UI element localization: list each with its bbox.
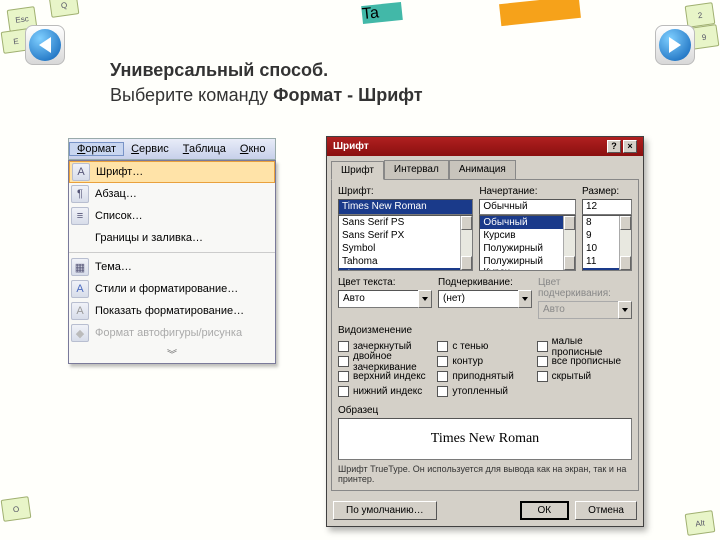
menu-expand-chevron[interactable]: ︾ [69,344,275,363]
chk-super[interactable]: верхний индекс [338,369,433,384]
menu-format[interactable]: Формат [69,142,124,156]
color-combo[interactable]: Авто [338,290,432,308]
dialog-tabs: Шрифт Интервал Анимация [327,156,643,179]
chk-sub[interactable]: нижний индекс [338,384,433,399]
effects-group: зачеркнутый двойное зачеркивание верхний… [338,339,632,399]
nav-prev-button[interactable] [25,25,65,65]
label-effects: Видоизменение [338,325,632,336]
reveal-icon: A [71,302,89,320]
chk-dstrike[interactable]: двойное зачеркивание [338,354,433,369]
label-sample: Образец [338,405,378,416]
ok-button[interactable]: ОК [520,501,570,520]
deco-key-q: Q [49,0,80,18]
label-color: Цвет текста: [338,277,432,288]
font-option[interactable]: Symbol [339,242,472,255]
heading-line2-pre: Выберите команду [110,85,273,105]
deco-key-o: O [1,496,32,522]
menu-item-styles[interactable]: A Стили и форматирование… [69,278,275,300]
menu-item-paragraph[interactable]: ¶ Абзац… [69,183,275,205]
menu-item-font[interactable]: A Шрифт… [69,161,275,183]
dialog-title: Шрифт [333,141,369,152]
word-format-menu: Формат Сервис Таблица Окно A Шрифт… ¶ Аб… [68,138,276,364]
chk-engrave[interactable]: утопленный [437,384,532,399]
menu-item-list[interactable]: ≡ Список… [69,205,275,227]
menu-item-borders[interactable]: Границы и заливка… [69,227,275,249]
menu-table[interactable]: Таблица [176,143,233,155]
paragraph-icon: ¶ [71,185,89,203]
tab-font[interactable]: Шрифт [331,161,384,180]
help-button[interactable]: ? [607,140,621,153]
scrollbar[interactable] [460,216,472,270]
chk-emboss[interactable]: приподнятый [437,369,532,384]
underline-combo[interactable]: (нет) [438,290,532,308]
label-underline: Подчеркивание: [438,277,532,288]
menu-separator [69,252,275,253]
theme-icon: ▦ [71,258,89,276]
size-input[interactable]: 12 [582,199,632,215]
tab-spacing[interactable]: Интервал [384,160,449,179]
style-input[interactable]: Обычный [479,199,576,215]
font-input[interactable]: Times New Roman [338,199,473,215]
format-dropdown: A Шрифт… ¶ Абзац… ≡ Список… Границы и за… [68,160,276,364]
heading-line2-bold: Формат - Шрифт [273,85,423,105]
label-style: Начертание: [479,186,576,197]
deco-teal: Ta [361,2,403,24]
dropdown-icon[interactable] [518,290,532,308]
font-option[interactable]: Sans Serif PX [339,229,472,242]
dropdown-icon[interactable] [418,290,432,308]
font-option[interactable]: Tahoma [339,255,472,268]
blank-icon [71,229,89,247]
ucolor-combo: Авто [538,301,632,319]
shape-icon: ◆ [71,324,89,342]
menu-item-reveal[interactable]: A Показать форматирование… [69,300,275,322]
cancel-button[interactable]: Отмена [575,501,637,520]
label-ucolor: Цвет подчеркивания: [538,277,632,299]
tab-animation[interactable]: Анимация [449,160,516,179]
chk-hidden[interactable]: скрытый [537,369,632,384]
chk-smallcaps[interactable]: малые прописные [537,339,632,354]
scrollbar[interactable] [563,216,575,270]
arrow-right-icon [669,37,681,53]
dialog-titlebar: Шрифт ? × [327,137,643,156]
chk-allcaps[interactable]: все прописные [537,354,632,369]
sample-preview: Times New Roman [338,418,632,460]
size-listbox[interactable]: 8 9 10 11 12 [582,215,632,271]
menu-item-theme[interactable]: ▦ Тема… [69,256,275,278]
menu-service[interactable]: Сервис [124,143,176,155]
deco-key-alt: Alt [685,510,716,536]
font-dialog: Шрифт ? × Шрифт Интервал Анимация Шрифт:… [326,136,644,527]
font-option[interactable]: Sans Serif PS [339,216,472,229]
style-option[interactable]: Полужирный Курси [480,255,575,271]
label-size: Размер: [582,186,632,197]
dialog-body: Шрифт: Times New Roman Sans Serif PS San… [331,179,639,491]
scrollbar[interactable] [619,216,631,270]
list-icon: ≡ [71,207,89,225]
close-button[interactable]: × [623,140,637,153]
chk-shadow[interactable]: с тенью [437,339,532,354]
dropdown-icon [618,301,632,319]
font-option[interactable]: Times New Roman [339,268,472,271]
menu-item-autoshape: ◆ Формат автофигуры/рисунка [69,322,275,344]
font-listbox[interactable]: Sans Serif PS Sans Serif PX Symbol Tahom… [338,215,473,271]
style-listbox[interactable]: Обычный Курсив Полужирный Полужирный Кур… [479,215,576,271]
style-option[interactable]: Обычный [480,216,575,229]
style-option[interactable]: Курсив [480,229,575,242]
default-button[interactable]: По умолчанию… [333,501,437,520]
label-font: Шрифт: [338,186,473,197]
heading-line1: Универсальный способ. [110,60,328,80]
menubar: Формат Сервис Таблица Окно [68,138,276,160]
arrow-left-icon [39,37,51,53]
slide-heading: Универсальный способ. Выберите команду Ф… [110,58,423,108]
chk-outline[interactable]: контур [437,354,532,369]
font-icon: A [72,163,90,181]
style-option[interactable]: Полужирный [480,242,575,255]
deco-orange [499,0,581,26]
nav-next-button[interactable] [655,25,695,65]
font-hint: Шрифт TrueType. Он используется для выво… [338,464,632,484]
menu-window[interactable]: Окно [233,143,273,155]
styles-icon: A [71,280,89,298]
